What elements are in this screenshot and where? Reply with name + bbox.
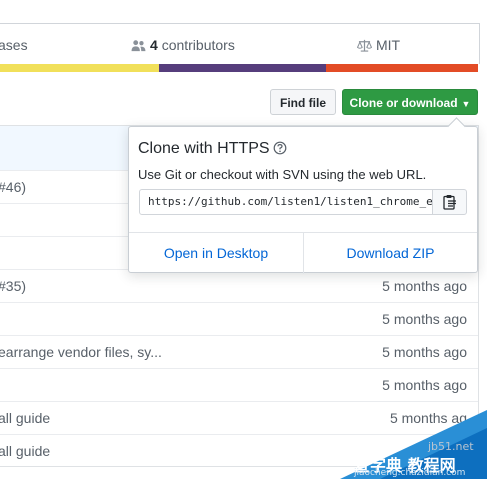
clone-button-label: Clone or download <box>349 96 458 110</box>
table-row: 5 months ago <box>0 368 478 402</box>
contributors-link[interactable]: 4 contributors <box>131 37 235 53</box>
language-segment <box>0 64 160 72</box>
language-segment <box>159 64 326 72</box>
commit-message-link[interactable]: #35) <box>0 278 26 294</box>
clone-url-input[interactable]: https://github.com/listen1/listen1_chrom… <box>139 189 433 215</box>
law-icon <box>356 39 373 52</box>
releases-label: ases <box>0 37 28 53</box>
popover-description: Use Git or checkout with SVN using the w… <box>138 167 427 182</box>
question-icon[interactable] <box>273 141 287 160</box>
table-row: 5 months ago <box>0 302 478 336</box>
commit-age: 5 months ago <box>382 311 467 327</box>
table-row: earrange vendor files, sy... 5 months ago <box>0 335 478 369</box>
copy-url-button[interactable] <box>432 189 467 215</box>
repo-summary: ases 4 contributors MIT <box>0 23 480 64</box>
download-zip-button[interactable]: Download ZIP <box>304 233 477 274</box>
popover-actions: Open in Desktop Download ZIP <box>129 232 477 274</box>
popover-title: Clone with HTTPS <box>138 140 287 160</box>
license-link[interactable]: MIT <box>356 37 401 53</box>
commit-message-link[interactable]: all guide <box>0 410 50 426</box>
language-segment <box>325 64 478 72</box>
commit-message-link[interactable]: #46) <box>0 179 26 195</box>
commit-age: 5 months ago <box>382 344 467 360</box>
clipboard-icon <box>442 195 456 210</box>
commit-age: 5 months ago <box>382 377 467 393</box>
watermark-domain: jiaocheng.chazidian.com <box>354 468 466 478</box>
contributors-label: contributors <box>161 37 235 53</box>
caret-down-icon: ▼ <box>461 99 471 109</box>
clone-or-download-button[interactable]: Clone or download ▼ <box>342 89 478 115</box>
releases-link[interactable]: ases <box>0 37 28 53</box>
license-label: MIT <box>376 37 401 53</box>
language-bar[interactable] <box>0 64 478 72</box>
table-row: #35) 5 months ago <box>0 269 478 303</box>
popover-arrow <box>447 117 466 136</box>
commit-age: 5 months ago <box>382 278 467 294</box>
people-icon <box>131 40 146 52</box>
commit-message-link[interactable]: all guide <box>0 443 50 459</box>
open-in-desktop-button[interactable]: Open in Desktop <box>129 233 304 274</box>
commit-message-link[interactable]: earrange vendor files, sy... <box>0 344 162 360</box>
find-file-button[interactable]: Find file <box>270 89 336 115</box>
contributors-count: 4 <box>150 37 158 53</box>
clone-popover: Clone with HTTPS Use Git or checkout wit… <box>128 117 478 274</box>
popover-title-text: Clone with HTTPS <box>138 140 270 157</box>
watermark: jb51.net 查字典 教程网 jiaocheng.chazidian.com <box>340 410 487 479</box>
